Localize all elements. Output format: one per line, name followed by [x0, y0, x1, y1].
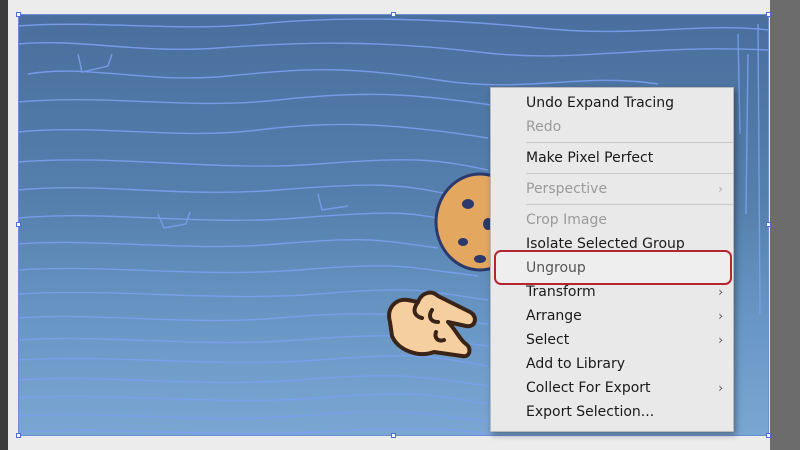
- menu-item-label: Arrange: [526, 308, 582, 324]
- menu-item-transform[interactable]: Transform ›: [491, 280, 733, 304]
- menu-item-isolate-selected-group[interactable]: Isolate Selected Group: [491, 232, 733, 256]
- selection-handle-top-right[interactable]: [766, 12, 771, 17]
- chevron-right-icon: ›: [718, 182, 723, 196]
- menu-item-ungroup[interactable]: Ungroup: [491, 256, 733, 280]
- menu-item-label: Isolate Selected Group: [526, 236, 685, 252]
- menu-item-make-pixel-perfect[interactable]: Make Pixel Perfect: [491, 146, 733, 170]
- pasteboard-right: [770, 0, 800, 450]
- selection-handle-middle-right[interactable]: [766, 222, 771, 227]
- selection-handle-middle-left[interactable]: [16, 222, 21, 227]
- selection-handle-bottom-center[interactable]: [391, 433, 396, 438]
- menu-item-export-selection[interactable]: Export Selection...: [491, 400, 733, 424]
- selection-handle-top-left[interactable]: [16, 12, 21, 17]
- menu-item-label: Perspective: [526, 181, 608, 197]
- menu-separator: [526, 142, 733, 143]
- menu-item-label: Crop Image: [526, 212, 607, 228]
- chevron-right-icon: ›: [718, 333, 723, 347]
- selection-handle-bottom-left[interactable]: [16, 433, 21, 438]
- menu-item-label: Add to Library: [526, 356, 626, 372]
- menu-item-label: Make Pixel Perfect: [526, 150, 654, 166]
- menu-item-perspective[interactable]: Perspective ›: [491, 177, 733, 201]
- menu-item-label: Collect For Export: [526, 380, 651, 396]
- menu-item-undo-expand-tracing[interactable]: Undo Expand Tracing: [491, 91, 733, 115]
- menu-item-label: Export Selection...: [526, 404, 655, 420]
- menu-item-label: Redo: [526, 119, 562, 135]
- chevron-right-icon: ›: [718, 381, 723, 395]
- menu-item-crop-image[interactable]: Crop Image: [491, 208, 733, 232]
- menu-item-arrange[interactable]: Arrange ›: [491, 304, 733, 328]
- menu-item-label: Ungroup: [526, 260, 586, 276]
- selection-handle-bottom-right[interactable]: [766, 433, 771, 438]
- menu-item-label: Undo Expand Tracing: [526, 95, 675, 111]
- menu-item-select[interactable]: Select ›: [491, 328, 733, 352]
- chevron-right-icon: ›: [718, 285, 723, 299]
- context-menu: Undo Expand Tracing Redo Make Pixel Perfec…: [490, 87, 734, 432]
- menu-item-label: Transform: [526, 284, 596, 300]
- selection-handle-top-center[interactable]: [391, 12, 396, 17]
- menu-item-add-to-library[interactable]: Add to Library: [491, 352, 733, 376]
- pasteboard-left: [0, 0, 8, 450]
- menu-item-label: Select: [526, 332, 570, 348]
- chevron-right-icon: ›: [718, 309, 723, 323]
- pointing-hand-icon: [378, 270, 488, 370]
- menu-item-collect-for-export[interactable]: Collect For Export ›: [491, 376, 733, 400]
- menu-item-redo[interactable]: Redo: [491, 115, 733, 139]
- menu-separator: [526, 173, 733, 174]
- menu-separator: [526, 204, 733, 205]
